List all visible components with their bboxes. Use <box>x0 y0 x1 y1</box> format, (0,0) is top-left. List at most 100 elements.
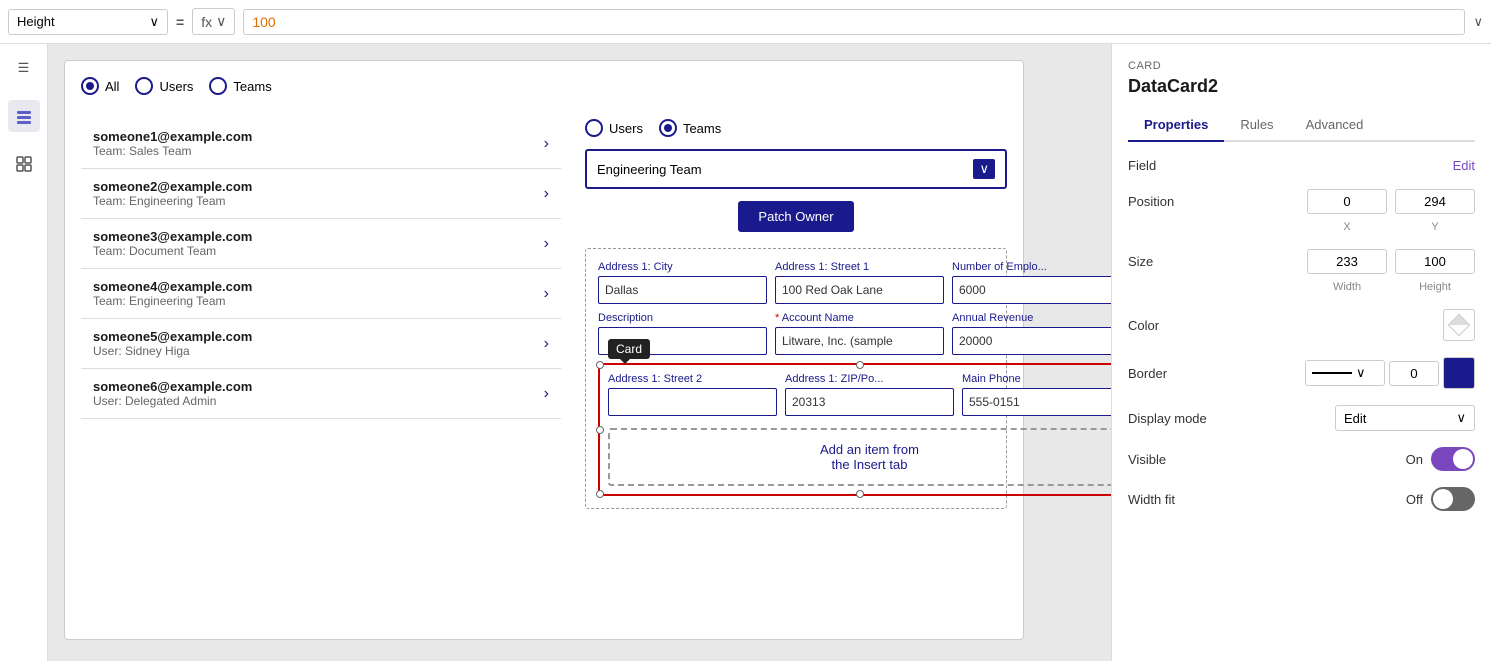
selection-handle <box>856 361 864 369</box>
canvas-area: All Users Teams someone1@example.c <box>48 44 1111 661</box>
app-canvas: All Users Teams someone1@example.c <box>64 60 1024 640</box>
radio-all[interactable]: All <box>81 77 119 95</box>
equals-sign: = <box>176 14 184 30</box>
field-annual-revenue-input[interactable] <box>952 327 1111 355</box>
user-team: Team: Engineering Team <box>93 294 252 308</box>
field-street2-label: Address 1: Street 2 <box>608 373 777 385</box>
dropdown-arrow-icon: ∨ <box>973 159 995 179</box>
field-city-input[interactable] <box>598 276 767 304</box>
user-team: Team: Sales Team <box>93 144 252 158</box>
width-fit-label: Width fit <box>1128 492 1175 507</box>
field-label: Field <box>1128 158 1156 173</box>
list-item[interactable]: someone2@example.com Team: Engineering T… <box>81 169 561 219</box>
sidebar: ☰ <box>0 44 48 661</box>
chevron-right-icon: › <box>544 385 549 403</box>
radio-teams-panel[interactable]: Teams <box>659 119 721 137</box>
size-width-input[interactable] <box>1307 249 1387 274</box>
size-height-input[interactable] <box>1395 249 1475 274</box>
position-y-input[interactable] <box>1395 189 1475 214</box>
field-annual-revenue: Annual Revenue <box>952 312 1111 355</box>
border-color-swatch[interactable] <box>1443 357 1475 389</box>
tab-advanced[interactable]: Advanced <box>1290 109 1380 142</box>
selection-handle <box>596 426 604 434</box>
color-swatch[interactable] <box>1443 309 1475 341</box>
right-panel: Users Teams Engineering Team ∨ Patch Own… <box>577 119 1007 509</box>
chevron-right-icon: › <box>544 185 549 203</box>
list-item[interactable]: someone5@example.com User: Sidney Higa › <box>81 319 561 369</box>
hamburger-icon[interactable]: ☰ <box>8 52 40 84</box>
field-zipcode-input[interactable] <box>785 388 954 416</box>
edit-link[interactable]: Edit <box>1453 158 1475 173</box>
field-street1-input[interactable] <box>775 276 944 304</box>
data-card-grid: Address 1: City Address 1: Street 1 Numb… <box>585 248 1007 509</box>
field-street2-input[interactable] <box>608 388 777 416</box>
radio-users-panel[interactable]: Users <box>585 119 643 137</box>
fx-label: fx <box>201 14 212 30</box>
position-section: Position X Y <box>1128 189 1475 233</box>
field-employees: Number of Emplo... <box>952 261 1111 304</box>
field-city-label: Address 1: City <box>598 261 767 273</box>
formula-value[interactable]: 100 <box>243 9 1465 35</box>
tab-properties[interactable]: Properties <box>1128 109 1224 142</box>
grid-icon[interactable] <box>8 148 40 180</box>
width-fit-toggle[interactable] <box>1431 487 1475 511</box>
field-row: Field Edit <box>1128 158 1475 173</box>
radio-users-label: Users <box>159 79 193 94</box>
list-item[interactable]: someone4@example.com Team: Engineering T… <box>81 269 561 319</box>
radio-teams-panel-label: Teams <box>683 121 721 136</box>
user-team: User: Sidney Higa <box>93 344 252 358</box>
border-style-select[interactable]: ∨ <box>1305 360 1385 386</box>
field-street1: Address 1: Street 1 <box>775 261 944 304</box>
panel-tabs: Properties Rules Advanced <box>1128 109 1475 142</box>
property-selector[interactable]: Height ∨ <box>8 9 168 35</box>
team-dropdown[interactable]: Engineering Team ∨ <box>585 149 1007 189</box>
field-city: Address 1: City <box>598 261 767 304</box>
property-dropdown-arrow[interactable]: ∨ <box>149 14 159 30</box>
formula-bar-end-arrow: ∨ <box>1473 14 1483 30</box>
teams-radio-group: Users Teams <box>585 119 1007 137</box>
layers-icon[interactable] <box>8 100 40 132</box>
field-street1-label: Address 1: Street 1 <box>775 261 944 273</box>
fx-selector[interactable]: fx ∨ <box>192 8 235 35</box>
visible-toggle[interactable] <box>1431 447 1475 471</box>
width-fit-off-label: Off <box>1406 492 1423 507</box>
radio-teams-label: Teams <box>233 79 271 94</box>
width-fit-row: Width fit Off <box>1128 487 1475 511</box>
color-row: Color <box>1128 309 1475 341</box>
border-width-input[interactable] <box>1389 361 1439 386</box>
border-style-arrow: ∨ <box>1356 365 1366 381</box>
field-main-phone: Main Phone <box>962 373 1111 416</box>
field-annual-revenue-label: Annual Revenue <box>952 312 1111 324</box>
chevron-right-icon: › <box>544 235 549 253</box>
field-main-phone-input[interactable] <box>962 388 1111 416</box>
patch-owner-button[interactable]: Patch Owner <box>738 201 853 232</box>
radio-users[interactable]: Users <box>135 77 193 95</box>
user-email: someone3@example.com <box>93 229 252 244</box>
list-item[interactable]: someone6@example.com User: Delegated Adm… <box>81 369 561 419</box>
chevron-right-icon: › <box>544 335 549 353</box>
display-mode-arrow-icon: ∨ <box>1456 410 1466 426</box>
chevron-right-icon: › <box>544 285 549 303</box>
user-team: Team: Document Team <box>93 244 252 258</box>
field-employees-input[interactable] <box>952 276 1111 304</box>
properties-panel: CARD DataCard2 Properties Rules Advanced… <box>1111 44 1491 661</box>
size-section: Size Width Height <box>1128 249 1475 293</box>
selection-handle <box>596 361 604 369</box>
display-mode-label: Display mode <box>1128 411 1207 426</box>
list-item[interactable]: someone1@example.com Team: Sales Team › <box>81 119 561 169</box>
property-label: Height <box>17 14 55 29</box>
x-label: X <box>1343 221 1350 233</box>
panel-title: DataCard2 <box>1128 76 1475 97</box>
position-x-input[interactable] <box>1307 189 1387 214</box>
size-label: Size <box>1128 254 1153 269</box>
field-account-name-input[interactable] <box>775 327 944 355</box>
user-email: someone6@example.com <box>93 379 252 394</box>
list-item[interactable]: someone3@example.com Team: Document Team… <box>81 219 561 269</box>
radio-teams[interactable]: Teams <box>209 77 271 95</box>
tab-rules[interactable]: Rules <box>1224 109 1289 142</box>
display-mode-select[interactable]: Edit ∨ <box>1335 405 1475 431</box>
field-account-name: Account Name <box>775 312 944 355</box>
visible-label: Visible <box>1128 452 1166 467</box>
fx-dropdown-arrow: ∨ <box>216 13 226 30</box>
visible-on-label: On <box>1406 452 1423 467</box>
